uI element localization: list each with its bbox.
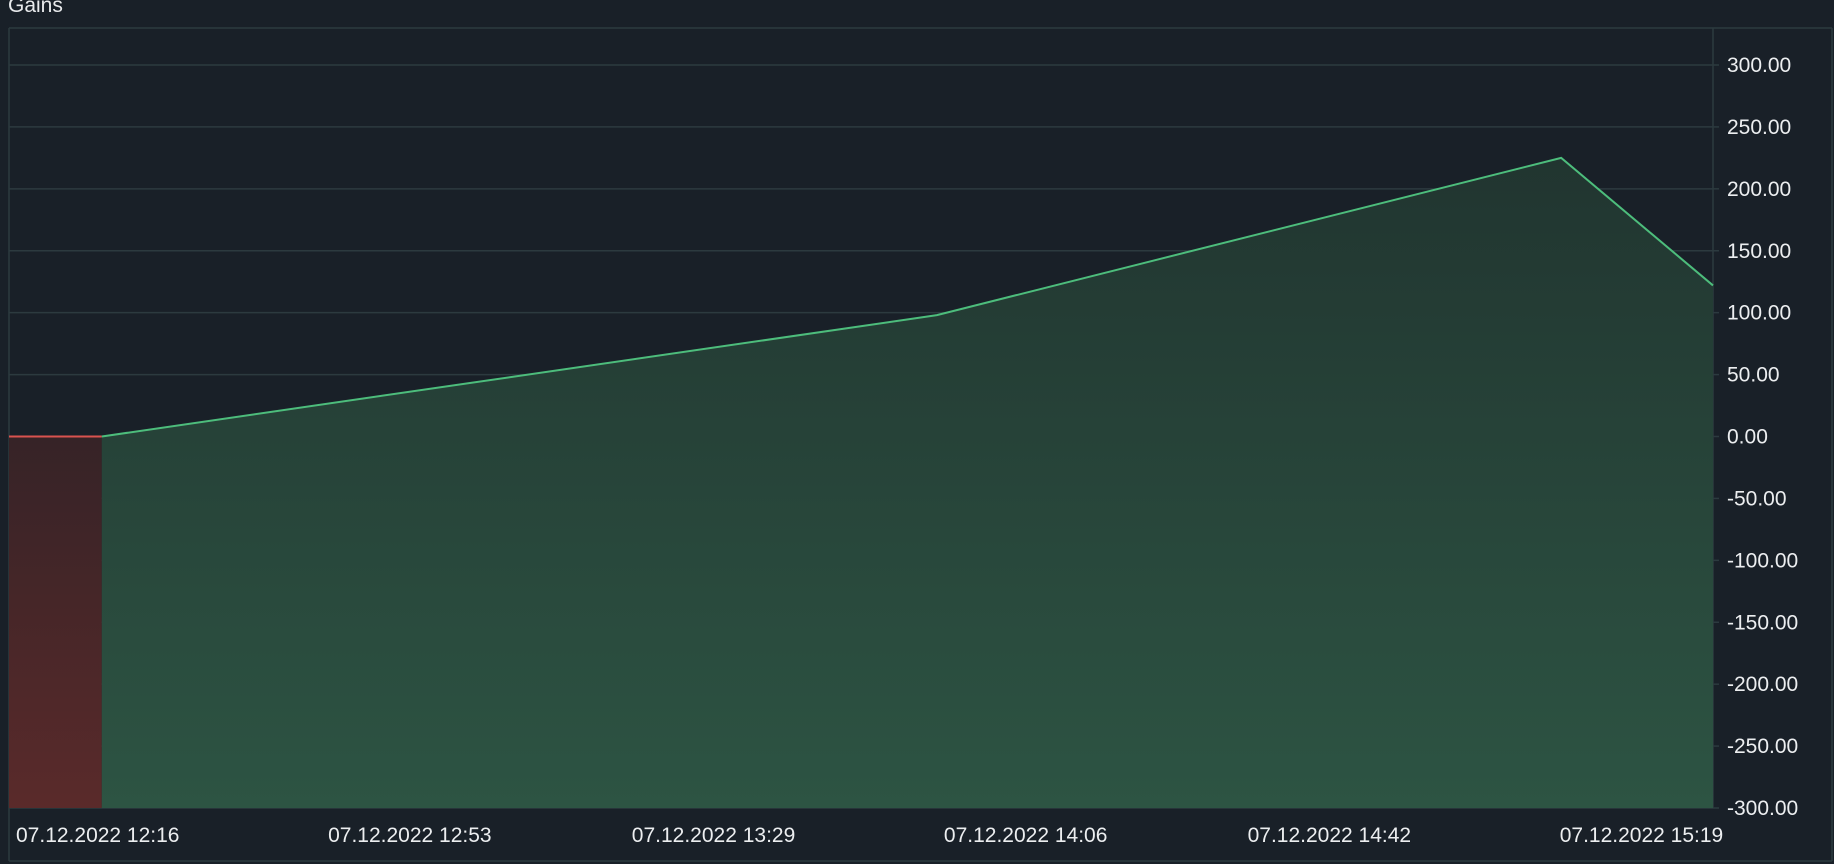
- area-fills: [9, 157, 1713, 808]
- x-tick-label: 07.12.2022 15:19: [1560, 824, 1724, 847]
- area-fill-positive: [101, 157, 1713, 808]
- y-tick-label: -100.00: [1727, 549, 1798, 572]
- x-tick-label: 07.12.2022 12:16: [16, 824, 180, 847]
- x-tick-label: 07.12.2022 14:42: [1248, 824, 1412, 847]
- y-tick-label: 200.00: [1727, 178, 1791, 201]
- area-fill-negative: [9, 436, 102, 808]
- y-tick-label: 300.00: [1727, 54, 1791, 77]
- chart-plot: 300.00 250.00 200.00 150.00 100.00 50.00 0.00 -…: [8, 27, 1833, 862]
- y-tick-label: 50.00: [1727, 364, 1780, 387]
- x-tick-label: 07.12.2022 12:53: [328, 824, 492, 847]
- y-tick-label: -50.00: [1727, 487, 1787, 510]
- y-tick-label: -300.00: [1727, 797, 1798, 820]
- x-axis-ticks: 07.12.2022 12:16 07.12.2022 12:53 07.12.20…: [16, 824, 1723, 847]
- y-tick-label: 0.00: [1727, 426, 1768, 449]
- x-tick-label: 07.12.2022 14:06: [944, 824, 1108, 847]
- y-tick-label: 100.00: [1727, 302, 1791, 325]
- y-tick-label: 150.00: [1727, 240, 1791, 263]
- y-axis-ticks: 300.00 250.00 200.00 150.00 100.00 50.00 0.00 -…: [1713, 54, 1798, 820]
- chart-container: Gains 300.00 250.00 200.00 150.00 100.00 50.0…: [0, 0, 1834, 864]
- y-tick-label: -250.00: [1727, 735, 1798, 758]
- y-tick-label: -150.00: [1727, 611, 1798, 634]
- y-tick-label: -200.00: [1727, 673, 1798, 696]
- x-tick-label: 07.12.2022 13:29: [632, 824, 796, 847]
- y-tick-label: 250.00: [1727, 116, 1791, 139]
